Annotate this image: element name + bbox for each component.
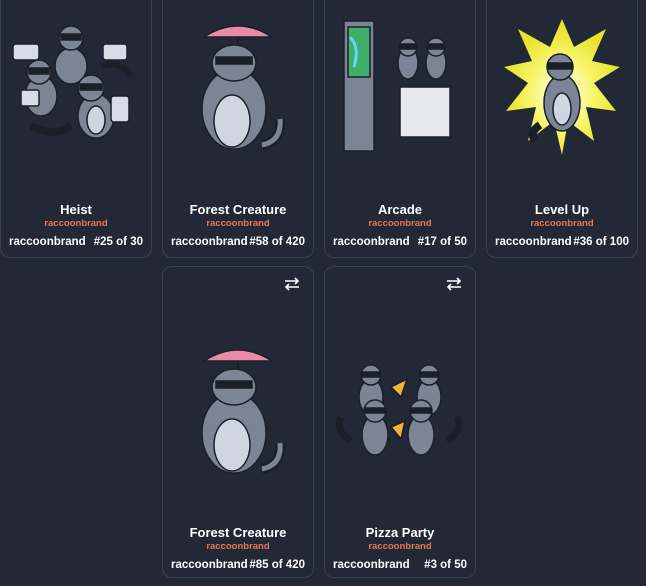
umbrella-raccoon-icon	[163, 17, 313, 157]
card-edition: #58 of 420	[249, 236, 305, 248]
card-footer: raccoonbrand #17 of 50	[333, 236, 467, 248]
nft-card-arcade[interactable]: Arcade raccoonbrand raccoonbrand #17 of …	[324, 0, 476, 258]
nft-card-heist[interactable]: Heist raccoonbrand raccoonbrand #25 of 3…	[0, 0, 152, 258]
card-footer: raccoonbrand #36 of 100	[495, 236, 629, 248]
card-title: Pizza Party	[365, 525, 435, 540]
card-footer: raccoonbrand #85 of 420	[171, 559, 305, 571]
card-owner[interactable]: raccoonbrand	[333, 559, 410, 571]
nft-card-pizza-party[interactable]: Pizza Party raccoonbrand raccoonbrand #3…	[324, 266, 476, 578]
card-footer: raccoonbrand #25 of 30	[9, 236, 143, 248]
card-title: Forest Creature	[189, 202, 287, 217]
card-creator[interactable]: raccoonbrand	[325, 218, 475, 229]
card-owner[interactable]: raccoonbrand	[171, 559, 248, 571]
card-title: Level Up	[534, 202, 590, 217]
card-creator[interactable]: raccoonbrand	[325, 541, 475, 552]
card-owner[interactable]: raccoonbrand	[495, 236, 572, 248]
card-edition: #85 of 420	[249, 559, 305, 571]
card-title: Forest Creature	[189, 525, 287, 540]
nft-card-forest-creature[interactable]: Forest Creature raccoonbrand raccoonbran…	[162, 0, 314, 258]
powerup-raccoon-icon	[487, 17, 637, 157]
card-creator[interactable]: raccoonbrand	[163, 541, 313, 552]
heist-raccoons-icon	[1, 11, 151, 161]
card-creator[interactable]: raccoonbrand	[487, 218, 637, 229]
card-edition: #3 of 50	[424, 559, 467, 571]
card-edition: #25 of 30	[93, 236, 143, 248]
card-edition: #17 of 50	[417, 236, 467, 248]
umbrella-raccoon-icon	[163, 341, 313, 481]
card-title: Arcade	[377, 202, 423, 217]
card-creator[interactable]: raccoonbrand	[1, 218, 151, 229]
swap-arrows-icon[interactable]	[445, 277, 463, 291]
card-owner[interactable]: raccoonbrand	[333, 236, 410, 248]
arcade-raccoons-icon	[325, 17, 475, 157]
pizza-raccoons-icon	[325, 357, 475, 467]
card-creator[interactable]: raccoonbrand	[163, 218, 313, 229]
card-edition: #36 of 100	[573, 236, 629, 248]
card-footer: raccoonbrand #58 of 420	[171, 236, 305, 248]
card-owner[interactable]: raccoonbrand	[9, 236, 86, 248]
nft-card-level-up[interactable]: Level Up raccoonbrand raccoonbrand #36 o…	[486, 0, 638, 258]
card-owner[interactable]: raccoonbrand	[171, 236, 248, 248]
swap-arrows-icon[interactable]	[283, 277, 301, 291]
card-title: Heist	[60, 202, 92, 217]
card-footer: raccoonbrand #3 of 50	[333, 559, 467, 571]
nft-card-forest-creature-2[interactable]: Forest Creature raccoonbrand raccoonbran…	[162, 266, 314, 578]
